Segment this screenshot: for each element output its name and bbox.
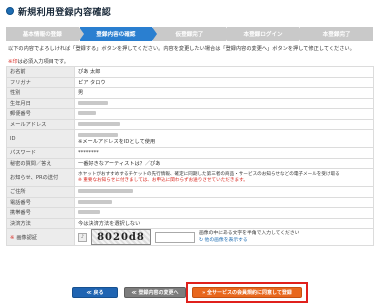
redacted-value xyxy=(78,121,120,126)
table-row: 性別 男 xyxy=(6,87,374,99)
table-row: フリガナ ピア タロウ xyxy=(6,76,374,88)
captcha-label: 画像認証 xyxy=(16,234,38,241)
field-value: ホヤットがおすすめするチケットの先行情報、確定に同期した第三者の商品・サービスの… xyxy=(74,168,374,187)
table-row: お名前 ぴあ 太郎 xyxy=(6,66,374,78)
redacted-value xyxy=(78,111,96,116)
field-label: 秘密の質問／答え xyxy=(6,157,75,169)
table-row: 生年月日 xyxy=(6,97,374,109)
redacted-value xyxy=(78,210,100,215)
id-note: ※メールアドレスをIDとして使用 xyxy=(78,139,156,145)
confirmation-table: お名前 ぴあ 太郎 フリガナ ピア タロウ 性別 男 生年月日 郵便番号 メール… xyxy=(6,66,374,246)
field-value: ピア タロウ xyxy=(74,76,374,88)
field-label: 決済方法 xyxy=(6,217,75,229)
table-row: ご住所 xyxy=(6,186,374,198)
captcha-hints: 画像の中にある文字を半角で入力してください ↻ 他の画像を表示する xyxy=(199,230,299,244)
table-row: 電話番号 xyxy=(6,196,374,208)
field-value-redacted xyxy=(74,97,374,109)
instructions-text: 以下の内容でよろしければ「登録する」ボタンを押してください。内容を変更したい場合… xyxy=(8,46,355,52)
table-row: 秘密の質問／答え 一番好きなアーティストは？／ぴあ xyxy=(6,157,374,169)
captcha-row: ※ 画像認証 ♪ 8020d8 画像の中にある文字を半角で入力してください ↻ 他… xyxy=(6,228,374,246)
table-row: お知らせ、PRの送付 ホヤットがおすすめするチケットの先行情報、確定に同期した第… xyxy=(6,168,374,187)
field-value-redacted xyxy=(74,207,374,219)
field-label: お名前 xyxy=(6,66,75,78)
field-label: 電話番号 xyxy=(6,196,75,208)
table-row: 携帯番号 xyxy=(6,207,374,219)
table-row: 決済方法 今は決済方法を選択しない xyxy=(6,217,374,229)
captcha-image: 8020d8 xyxy=(91,229,151,245)
table-row: メールアドレス xyxy=(6,118,374,130)
refresh-captcha-link[interactable]: ↻ 他の画像を表示する xyxy=(199,237,299,244)
field-label: 携帯番号 xyxy=(6,207,75,219)
field-label: ご住所 xyxy=(6,186,75,198)
title-bullet-icon xyxy=(6,7,14,15)
step-3: 仮登録完了 xyxy=(153,27,231,41)
redacted-value xyxy=(78,199,112,204)
captcha-field: ♪ 8020d8 画像の中にある文字を半角で入力してください ↻ 他の画像を表示… xyxy=(74,228,374,246)
edit-registration-button[interactable]: ≪ 登録内容の変更へ xyxy=(124,287,186,298)
step-2-current: 登録内容の確認 xyxy=(79,27,157,41)
page-title: 新規利用登録内容確認 xyxy=(18,7,112,18)
step-4: 本登録ログイン xyxy=(226,27,304,41)
field-label: パスワード xyxy=(6,147,75,159)
field-value: ※メールアドレスをIDとして使用 xyxy=(74,129,374,148)
required-note-text: は必須入力項目です。 xyxy=(17,59,69,65)
step-1: 基本情報の登録 xyxy=(6,27,84,41)
back-button[interactable]: ≪ 戻る xyxy=(72,287,118,298)
required-mark: ※印 xyxy=(8,59,18,65)
field-label: メールアドレス xyxy=(6,118,75,130)
table-row: ID ※メールアドレスをIDとして使用 xyxy=(6,129,374,148)
field-label: 生年月日 xyxy=(6,97,75,109)
captcha-wrap: ♪ 8020d8 画像の中にある文字を半角で入力してください ↻ 他の画像を表示… xyxy=(78,229,370,245)
captcha-hint: 画像の中にある文字を半角で入力してください xyxy=(199,231,300,236)
action-buttons: ≪ 戻る ≪ 登録内容の変更へ » 全サービスの会員規約に同意して登録 xyxy=(6,282,374,303)
redacted-value xyxy=(78,100,108,105)
field-label: 郵便番号 xyxy=(6,108,75,120)
field-label: ID xyxy=(6,129,75,148)
field-label: フリガナ xyxy=(6,76,75,88)
field-value: ぴあ 太郎 xyxy=(74,66,374,78)
table-row: パスワード ******** xyxy=(6,147,374,159)
field-value: 今は決済方法を選択しない xyxy=(74,217,374,229)
field-value-redacted xyxy=(74,118,374,130)
redacted-value xyxy=(78,132,118,137)
required-note: ※印は必須入力項目です。 xyxy=(8,58,69,65)
progress-steps: 基本情報の登録 登録内容の確認 仮登録完了 本登録ログイン 本登録完了 xyxy=(6,27,374,41)
field-value: 一番好きなアーティストは？／ぴあ xyxy=(74,157,374,169)
pr-important-note: ※ 重要なお知らせに付きましては、お申込に関わらずお送りさせていただきます。 xyxy=(78,177,248,183)
redacted-value xyxy=(78,189,133,194)
pr-option-text: ホヤットがおすすめするチケットの先行情報、確定に同期した第三者の商品・サービスの… xyxy=(78,171,340,177)
field-value: 男 xyxy=(74,87,374,99)
field-label: お知らせ、PRの送付 xyxy=(6,168,75,187)
field-value-redacted xyxy=(74,108,374,120)
captcha-input[interactable] xyxy=(155,231,195,243)
table-row: 郵便番号 xyxy=(6,108,374,120)
page-header: 新規利用登録内容確認 xyxy=(6,4,111,18)
field-value-redacted xyxy=(74,186,374,198)
agree-and-register-button[interactable]: » 全サービスの会員規約に同意して登録 xyxy=(192,287,302,298)
audio-icon[interactable]: ♪ xyxy=(78,232,87,242)
field-label: ※ 画像認証 xyxy=(6,228,75,246)
required-asterisk: ※ xyxy=(10,234,15,241)
field-value-redacted xyxy=(74,196,374,208)
step-5: 本登録完了 xyxy=(300,27,373,41)
field-value: ******** xyxy=(74,147,374,159)
field-label: 性別 xyxy=(6,87,75,99)
